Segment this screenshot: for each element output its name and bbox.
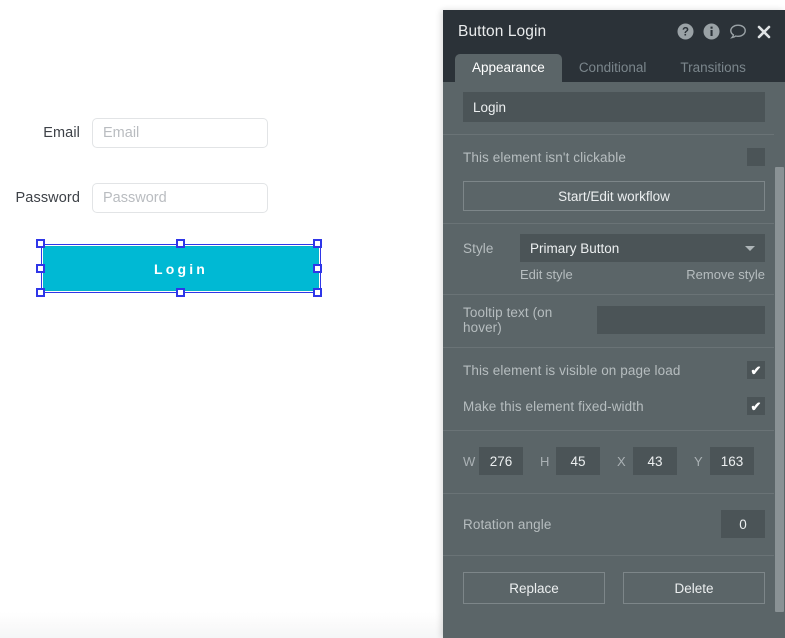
tooltip-input[interactable] [597,306,765,334]
rotation-row: Rotation angle [463,510,765,538]
email-label: Email [43,125,80,141]
resize-handle-middle-left[interactable] [36,264,45,273]
section-rotation: Rotation angle [443,494,785,556]
help-icon[interactable]: ? [677,23,694,40]
info-icon[interactable] [703,23,720,40]
style-select-value: Primary Button [530,240,620,256]
section-tooltip: Tooltip text (on hover) [443,295,785,348]
visible-on-load-checkbox[interactable]: ✔ [747,361,765,379]
resize-handle-top-left[interactable] [36,239,45,248]
property-editor-panel[interactable]: Button Login ? Appearance Conditional Tr… [443,10,785,638]
width-label: W [463,453,476,469]
delete-button[interactable]: Delete [623,572,765,604]
resize-handle-bottom-left[interactable] [36,288,45,297]
geometry-x: X [617,447,677,475]
tooltip-row: Tooltip text (on hover) [463,305,765,335]
action-buttons: Replace Delete [463,572,765,604]
caption-input[interactable] [463,92,765,122]
chevron-down-icon [745,246,755,251]
edit-style-link[interactable]: Edit style [520,267,573,282]
style-links: Edit style Remove style [463,267,765,282]
section-actions: Replace Delete [443,556,785,616]
y-label: Y [694,453,703,469]
panel-body[interactable]: This element isn't clickable Start/Edit … [443,82,785,638]
x-input[interactable] [633,447,677,475]
panel-tabs[interactable]: Appearance Conditional Transitions [443,53,785,82]
visible-on-load-label: This element is visible on page load [463,362,681,378]
clickable-row: This element isn't clickable [463,145,765,169]
tooltip-label: Tooltip text (on hover) [463,305,553,335]
height-input[interactable] [556,447,600,475]
panel-scrollbar-thumb[interactable] [775,167,784,612]
section-caption [443,82,785,135]
login-button-label: Login [153,260,209,277]
clickable-label: This element isn't clickable [463,149,626,165]
y-input[interactable] [710,447,754,475]
tab-conditional[interactable]: Conditional [562,54,664,82]
geometry-width: W [463,447,523,475]
tab-transitions[interactable]: Transitions [663,54,763,82]
remove-style-link[interactable]: Remove style [686,267,765,282]
visible-on-load-row: This element is visible on page load ✔ [463,358,765,382]
form-row-password: Password [0,183,268,213]
section-clickable: This element isn't clickable Start/Edit … [443,135,785,224]
start-edit-workflow-button[interactable]: Start/Edit workflow [463,181,765,211]
x-label: X [617,453,626,469]
section-style: Style Primary Button Edit style Remove s… [443,224,785,295]
rotation-input[interactable] [721,510,765,538]
geometry-row: W H X Y [463,447,765,475]
height-label: H [540,453,550,469]
resize-handle-bottom-right[interactable] [313,288,322,297]
panel-header: Button Login ? [443,10,785,53]
password-input[interactable] [92,183,268,213]
resize-handle-bottom-center[interactable] [176,288,185,297]
style-label: Style [463,240,494,256]
email-input[interactable] [92,118,268,148]
panel-header-icons: ? [677,23,772,40]
canvas-bottom-band [0,612,443,638]
section-visibility: This element is visible on page load ✔ M… [443,348,785,431]
comment-icon[interactable] [729,23,747,40]
workflow-row: Start/Edit workflow [463,181,765,211]
resize-handle-middle-right[interactable] [313,264,322,273]
login-button[interactable]: Login [43,246,319,291]
design-canvas[interactable]: Email Password Login [0,0,443,638]
rotation-label: Rotation angle [463,516,552,532]
panel-scrollbar-track[interactable] [774,82,785,638]
resize-handle-top-right[interactable] [313,239,322,248]
check-icon: ✔ [750,398,762,414]
style-select[interactable]: Primary Button [520,234,765,262]
fixed-width-row: Make this element fixed-width ✔ [463,394,765,418]
width-input[interactable] [479,447,523,475]
fixed-width-label: Make this element fixed-width [463,398,644,414]
replace-button[interactable]: Replace [463,572,605,604]
tab-appearance[interactable]: Appearance [455,54,562,82]
resize-handle-top-center[interactable] [176,239,185,248]
fixed-width-checkbox[interactable]: ✔ [747,397,765,415]
close-icon[interactable] [756,24,772,40]
geometry-height: H [540,447,600,475]
section-geometry: W H X Y [443,431,785,494]
style-row: Style Primary Button [463,234,765,262]
password-label: Password [15,190,80,206]
svg-text:?: ? [682,27,689,39]
geometry-y: Y [694,447,754,475]
form-row-email: Email [0,118,268,148]
check-icon: ✔ [750,362,762,378]
panel-title: Button Login [458,22,547,40]
clickable-checkbox[interactable] [747,148,765,166]
